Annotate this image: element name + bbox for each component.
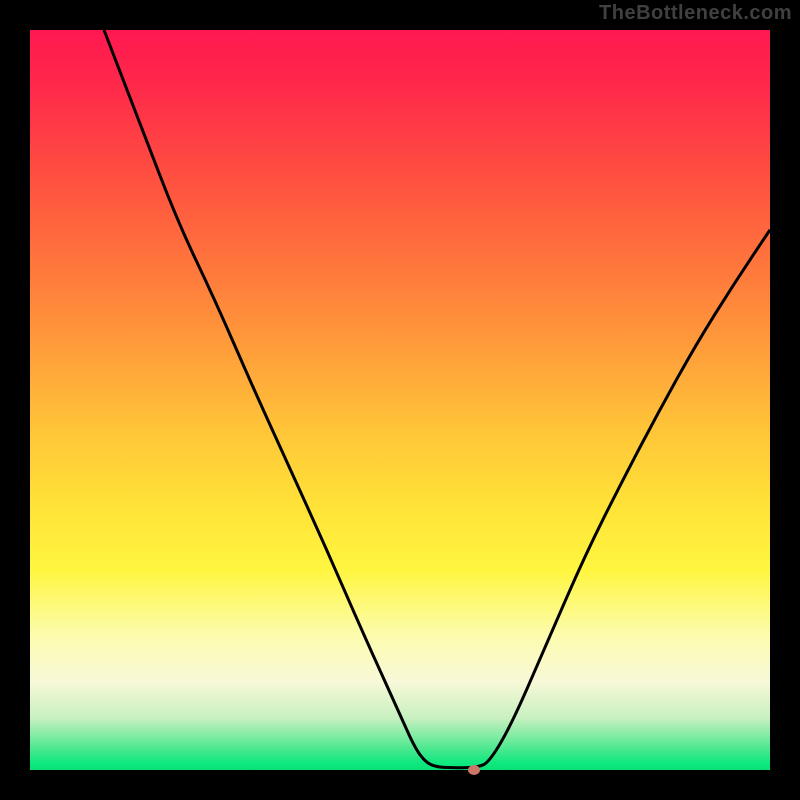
- optimal-point-marker: [468, 765, 480, 775]
- chart-container: TheBottleneck.com: [0, 0, 800, 800]
- plot-area: [30, 30, 770, 770]
- bottleneck-curve: [30, 30, 770, 770]
- watermark-text: TheBottleneck.com: [599, 2, 792, 25]
